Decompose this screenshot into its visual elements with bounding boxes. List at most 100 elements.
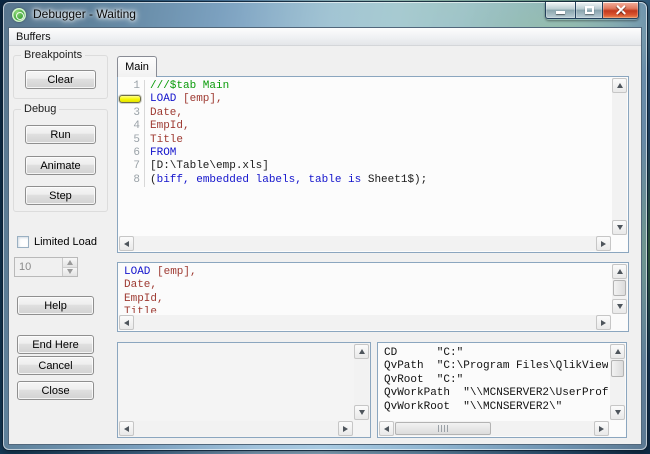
desktop-background: Debugger - Waiting Buffers Breakpoints C… (0, 0, 650, 454)
end-here-button[interactable]: End Here (17, 335, 94, 354)
variable-row: QvWorkRoot "\\MCNSERVER2\" (384, 400, 563, 413)
scroll-up-button[interactable] (610, 344, 625, 359)
scrollbar-grip-icon (437, 425, 449, 432)
maximize-button[interactable] (575, 2, 603, 19)
minimize-button[interactable] (545, 2, 575, 19)
scroll-right-button[interactable] (338, 421, 353, 436)
line-number: 8 (133, 173, 140, 186)
arrow-up-icon (616, 269, 623, 274)
arrow-down-icon (616, 304, 623, 309)
menu-bar: Buffers (9, 28, 641, 46)
scroll-down-button[interactable] (610, 405, 625, 420)
scroll-left-button[interactable] (119, 236, 134, 251)
scroll-left-button[interactable] (119, 421, 134, 436)
variables-vertical-scrollbar[interactable] (610, 344, 625, 420)
arrow-down-icon (614, 410, 621, 415)
tab-main[interactable]: Main (117, 56, 157, 77)
spin-up-icon (67, 259, 73, 265)
arrow-down-icon (358, 410, 365, 415)
close-icon (615, 5, 626, 16)
debugger-window: Debugger - Waiting Buffers Breakpoints C… (3, 2, 647, 450)
client-area: Buffers Breakpoints Clear Debug Run Anim… (9, 28, 641, 444)
scroll-right-button[interactable] (596, 315, 611, 330)
watch-horizontal-scrollbar[interactable] (119, 421, 353, 436)
animate-button[interactable]: Animate (25, 156, 96, 175)
variables-horizontal-scrollbar[interactable] (379, 421, 609, 436)
arrow-right-icon (599, 425, 604, 432)
maximize-icon (584, 6, 594, 14)
menu-item-buffers[interactable]: Buffers (9, 30, 58, 44)
close-button[interactable]: Close (17, 381, 94, 400)
code-line: 3 Date, (118, 106, 612, 121)
variable-list: CD "C:" QvPath "C:\Program Files\QlikVie… (384, 347, 608, 419)
spin-down-button[interactable] (63, 267, 77, 276)
variable-row: QvRoot "C:" (384, 373, 464, 386)
arrow-left-icon (124, 240, 129, 247)
limit-count-spinner (14, 257, 78, 277)
window-title: Debugger - Waiting (33, 7, 136, 21)
scroll-up-button[interactable] (612, 78, 627, 93)
watch-panel[interactable] (117, 342, 371, 438)
scroll-up-button[interactable] (612, 264, 627, 279)
limit-count-input[interactable] (15, 258, 62, 276)
spin-down-icon (67, 269, 73, 275)
code-line-current: LOAD [emp], (118, 93, 612, 107)
current-statement-panel[interactable]: LOAD [emp], Date, EmpId, Title (117, 262, 629, 332)
scroll-right-button[interactable] (596, 236, 611, 251)
code-line: 7 [D:\Table\emp.xls] (118, 160, 612, 174)
scrollbar-thumb[interactable] (613, 280, 626, 296)
scroll-down-button[interactable] (612, 299, 627, 314)
debugger-content: Breakpoints Clear Debug Run Animate Step… (9, 46, 641, 443)
variable-row: QvPath "C:\Program Files\QlikView" (384, 360, 608, 373)
run-button[interactable]: Run (25, 125, 96, 144)
watch-vertical-scrollbar[interactable] (354, 344, 369, 420)
step-button[interactable]: Step (25, 186, 96, 205)
breakpoints-group-label: Breakpoints (21, 49, 86, 61)
scroll-down-button[interactable] (354, 405, 369, 420)
scroll-right-button[interactable] (594, 421, 609, 436)
arrow-right-icon (601, 240, 606, 247)
current-statement-marker (119, 95, 141, 104)
variable-row: QvWorkPath "\\MCNSERVER2\UserProfil (384, 387, 608, 400)
code-line: 8 (biff, embedded labels, table is Sheet… (118, 173, 612, 188)
arrow-right-icon (343, 425, 348, 432)
scrollbar-thumb[interactable] (611, 360, 624, 377)
scroll-down-button[interactable] (612, 220, 627, 235)
editor-vertical-scrollbar[interactable] (612, 78, 627, 235)
arrow-up-icon (358, 349, 365, 354)
line-number: 5 (133, 133, 140, 146)
variable-row: CD "C:" (384, 347, 464, 359)
line-number: 6 (133, 146, 140, 159)
line-number: 7 (133, 160, 140, 173)
statement-horizontal-scrollbar[interactable] (119, 315, 611, 330)
code-line: 4 EmpId, (118, 120, 612, 134)
clear-breakpoints-button[interactable]: Clear (25, 70, 96, 89)
arrow-up-icon (614, 349, 621, 354)
code-line: 5 Title (118, 133, 612, 147)
scroll-up-button[interactable] (354, 344, 369, 359)
title-bar[interactable]: Debugger - Waiting (3, 2, 647, 28)
statement-vertical-scrollbar[interactable] (612, 264, 627, 314)
close-window-button[interactable] (603, 2, 639, 19)
debug-group-label: Debug (21, 103, 60, 115)
help-button[interactable]: Help (17, 296, 94, 315)
limited-load-checkbox[interactable]: Limited Load (17, 236, 97, 248)
scroll-left-button[interactable] (119, 315, 134, 330)
scrollbar-thumb[interactable] (395, 422, 491, 435)
scroll-left-button[interactable] (379, 421, 394, 436)
script-editor[interactable]: 1 ///$tab Main LOAD [emp], 3 Date, 4 Emp… (117, 76, 629, 253)
caption-button-group (545, 2, 639, 20)
spin-up-button[interactable] (63, 258, 77, 268)
variables-panel[interactable]: CD "C:" QvPath "C:\Program Files\QlikVie… (377, 342, 627, 438)
arrow-down-icon (616, 225, 623, 230)
code-lines: 1 ///$tab Main LOAD [emp], 3 Date, 4 Emp… (118, 80, 612, 236)
spinner-buttons (62, 258, 77, 276)
arrow-left-icon (124, 319, 129, 326)
breakpoints-group: Breakpoints Clear (13, 49, 108, 99)
cancel-button[interactable]: Cancel (17, 356, 94, 375)
debug-group: Debug Run Animate Step (13, 103, 108, 212)
checkbox-box[interactable] (17, 236, 29, 248)
line-number: 3 (133, 106, 140, 119)
statement-lines: LOAD [emp], Date, EmpId, Title (124, 266, 197, 313)
editor-horizontal-scrollbar[interactable] (119, 236, 611, 251)
